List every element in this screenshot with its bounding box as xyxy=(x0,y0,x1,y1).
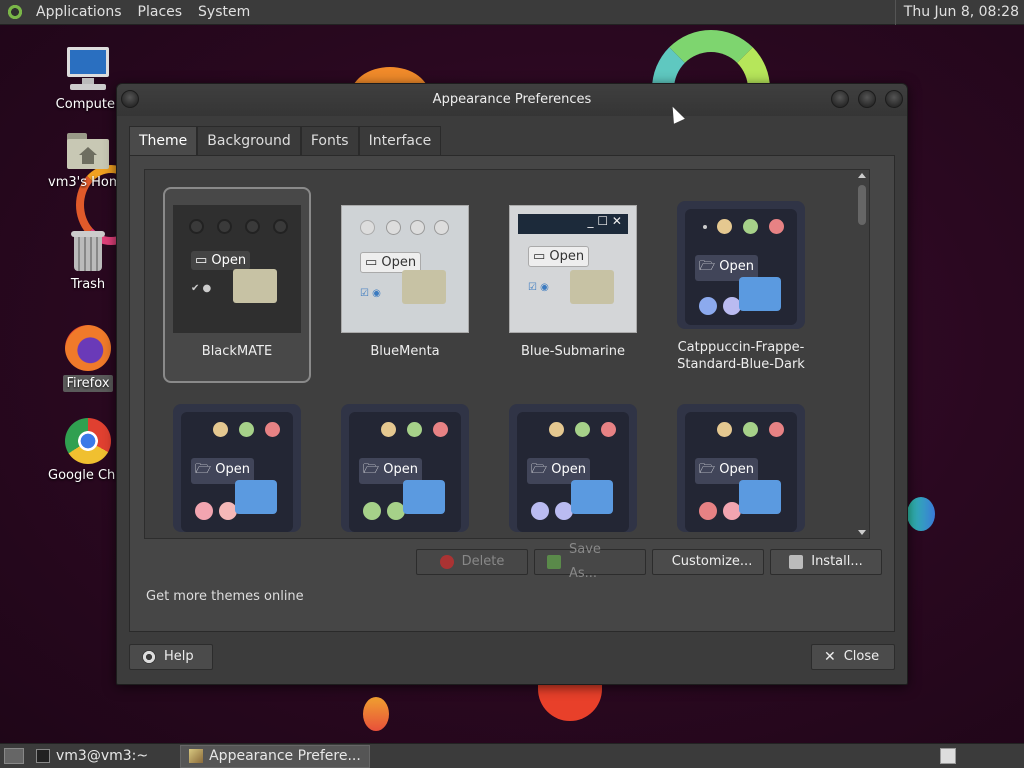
top-panel: Applications Places System Thu Jun 8, 08… xyxy=(0,0,1024,25)
home-folder-icon xyxy=(65,129,111,171)
window-titlebar[interactable]: Appearance Preferences xyxy=(117,84,907,116)
get-more-themes-link[interactable]: Get more themes online xyxy=(146,589,304,604)
save-icon xyxy=(547,555,561,569)
preview-open-button: ▭ Open xyxy=(528,246,590,267)
window-content: Theme Background Fonts Interface ▭ Open … xyxy=(129,126,895,632)
window-menu-button[interactable] xyxy=(121,90,139,108)
customize-button[interactable]: Customize... xyxy=(652,549,764,575)
theme-name: Catppuccin-Frappe-Standard-Blue-Dark xyxy=(677,340,805,372)
theme-preview: 🗁 Open xyxy=(341,404,469,532)
theme-item[interactable]: 🗁 Open xyxy=(331,404,479,532)
theme-preview: ▭ Open ✔ ● xyxy=(173,205,301,333)
folder-icon xyxy=(233,269,277,303)
firefox-icon xyxy=(65,325,111,371)
help-icon xyxy=(142,650,156,664)
taskbar-item-terminal[interactable]: vm3@vm3:~ xyxy=(28,745,156,768)
tab-interface[interactable]: Interface xyxy=(358,126,442,156)
delete-icon xyxy=(439,555,454,569)
scroll-down-icon[interactable] xyxy=(858,530,866,535)
scroll-thumb[interactable] xyxy=(858,185,866,225)
theme-item-blue-submarine[interactable]: _ ☐ ✕ ▭ Open ☑ ◉ Blue-Submarine xyxy=(499,189,647,385)
theme-name: Blue-Submarine xyxy=(520,344,626,359)
delete-button[interactable]: Delete xyxy=(416,549,528,575)
desktop-icon-label: Firefox xyxy=(63,375,113,392)
computer-icon xyxy=(64,45,112,93)
theme-item-bluementa[interactable]: ▭ Open ☑ ◉ BlueMenta xyxy=(331,189,479,385)
theme-preview: 🗁 Open xyxy=(677,404,805,532)
theme-item[interactable]: 🗁 Open xyxy=(499,404,647,532)
mate-logo-icon[interactable] xyxy=(6,3,24,21)
theme-item-catppuccin-frappe-standard-blue-dark[interactable]: 🗁 Open Catppuccin-Frappe-Standard-Blue-D… xyxy=(667,189,815,385)
theme-action-buttons: Delete Save As... Customize... Install..… xyxy=(416,542,882,581)
install-icon xyxy=(789,555,804,569)
menu-applications[interactable]: Applications xyxy=(28,0,130,25)
close-icon: ✕ xyxy=(824,649,836,665)
trash-icon xyxy=(68,229,108,273)
install-button[interactable]: Install... xyxy=(770,549,882,575)
preview-open-button: ▭ Open xyxy=(191,251,251,270)
folder-icon xyxy=(739,277,781,311)
theme-item[interactable]: 🗁 Open xyxy=(163,404,311,532)
theme-preview: ▭ Open ☑ ◉ xyxy=(341,205,469,333)
folder-icon xyxy=(235,480,277,514)
folder-icon xyxy=(571,480,613,514)
menu-system[interactable]: System xyxy=(190,0,258,25)
theme-list[interactable]: ▭ Open ✔ ● BlackMATE ▭ Open ☑ ◉ BlueMent… xyxy=(144,169,870,539)
folder-icon xyxy=(570,270,614,304)
close-button[interactable]: ✕ Close xyxy=(811,644,895,670)
clock[interactable]: Thu Jun 8, 08:28 xyxy=(894,0,1019,25)
theme-preview: _ ☐ ✕ ▭ Open ☑ ◉ xyxy=(509,205,637,333)
theme-tab-panel: ▭ Open ✔ ● BlackMATE ▭ Open ☑ ◉ BlueMent… xyxy=(129,155,895,632)
chrome-icon xyxy=(65,418,111,464)
wallpaper-shape xyxy=(907,497,935,531)
tab-theme[interactable]: Theme xyxy=(129,126,198,156)
menu-places[interactable]: Places xyxy=(130,0,191,25)
theme-list-scrollbar[interactable] xyxy=(856,171,868,537)
folder-icon xyxy=(739,480,781,514)
minimize-button[interactable] xyxy=(831,90,849,108)
tab-background[interactable]: Background xyxy=(197,126,301,156)
folder-icon xyxy=(402,270,446,304)
appearance-preferences-window: Appearance Preferences Theme Background … xyxy=(116,83,908,685)
folder-icon xyxy=(403,480,445,514)
help-button[interactable]: Help xyxy=(129,644,213,670)
theme-item[interactable]: 🗁 Open xyxy=(667,404,815,532)
theme-name: BlueMenta xyxy=(370,344,440,359)
tab-fonts[interactable]: Fonts xyxy=(300,126,359,156)
workspace-switcher[interactable] xyxy=(940,748,956,764)
save-as-button[interactable]: Save As... xyxy=(534,542,646,581)
appearance-icon xyxy=(189,749,204,763)
window-title: Appearance Preferences xyxy=(432,92,592,107)
tab-bar: Theme Background Fonts Interface xyxy=(129,126,895,156)
close-window-button[interactable] xyxy=(885,90,903,108)
taskbar-item-appearance[interactable]: Appearance Prefere... xyxy=(180,744,370,768)
wallpaper-shape xyxy=(363,697,389,731)
theme-name: BlackMATE xyxy=(201,344,273,359)
show-desktop-icon[interactable] xyxy=(4,748,24,764)
theme-item-blackmate[interactable]: ▭ Open ✔ ● BlackMATE xyxy=(163,187,311,383)
theme-preview: 🗁 Open xyxy=(509,404,637,532)
scroll-up-icon[interactable] xyxy=(858,173,866,178)
maximize-button[interactable] xyxy=(858,90,876,108)
theme-preview: 🗁 Open xyxy=(173,404,301,532)
terminal-icon xyxy=(36,749,50,763)
bottom-panel: vm3@vm3:~ Appearance Prefere... xyxy=(0,743,1024,768)
theme-preview: 🗁 Open xyxy=(677,201,805,329)
